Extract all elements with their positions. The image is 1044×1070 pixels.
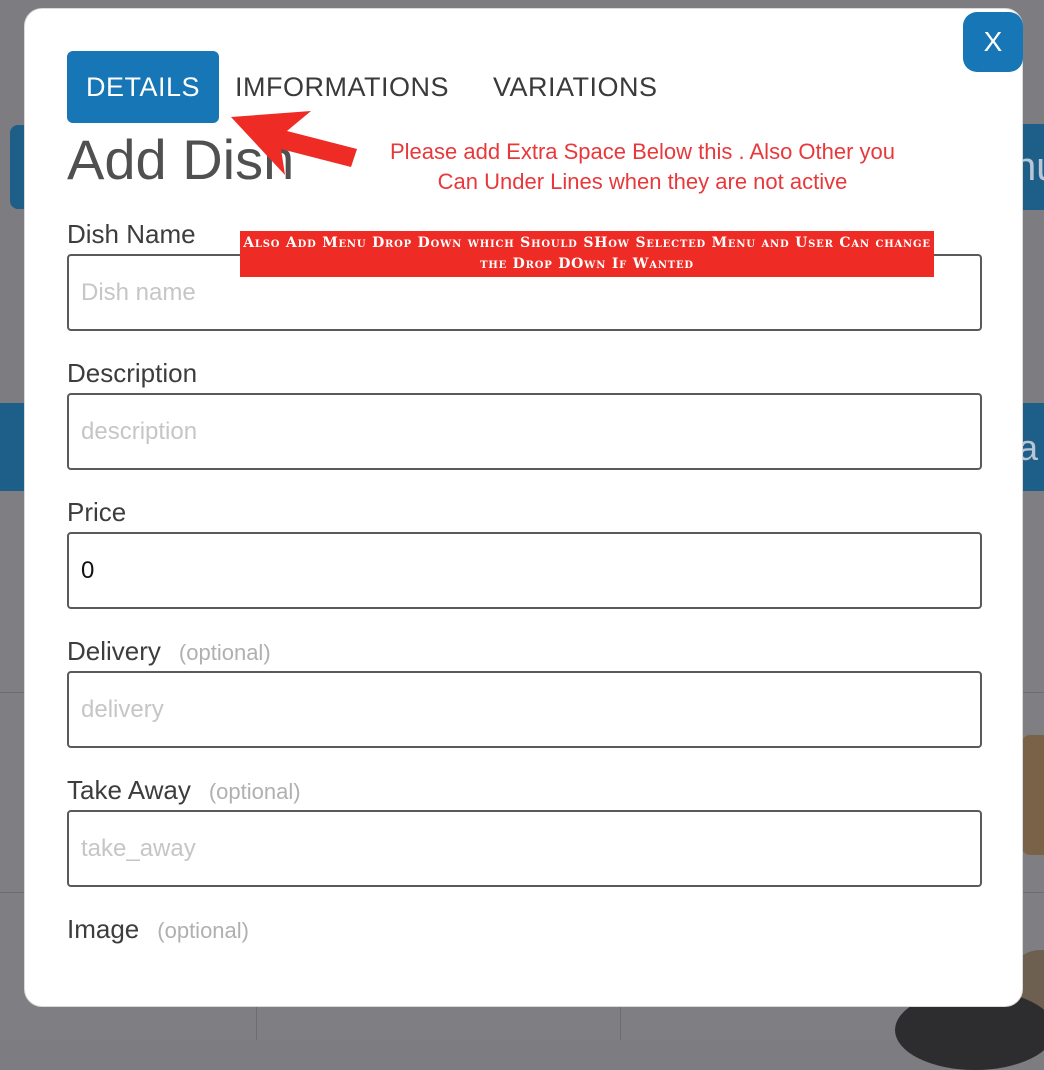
description-label: Description	[67, 358, 197, 389]
price-input[interactable]	[67, 532, 982, 609]
delivery-label: Delivery (optional)	[67, 636, 271, 667]
delivery-optional-hint: (optional)	[178, 640, 271, 665]
price-label-text: Price	[67, 497, 127, 527]
take-away-optional-hint: (optional)	[208, 779, 301, 804]
price-label: Price	[67, 497, 126, 528]
take-away-input[interactable]	[67, 810, 982, 887]
description-label-text: Description	[67, 358, 198, 388]
image-optional-hint: (optional)	[157, 918, 249, 943]
image-label: Image (optional)	[67, 914, 249, 945]
annotation-note: Please add Extra Space Below this . Also…	[389, 139, 896, 194]
close-button[interactable]: X	[963, 12, 1023, 72]
food-image	[1022, 735, 1044, 855]
dish-name-label: Dish Name	[67, 219, 196, 250]
add-dish-modal: X DETAILS IMFORMATIONS VARIATIONS Add Di…	[24, 8, 1023, 1007]
tab-details[interactable]: DETAILS	[67, 51, 219, 123]
close-icon: X	[983, 26, 1003, 57]
delivery-input[interactable]	[67, 671, 982, 748]
description-input[interactable]	[67, 393, 982, 470]
annotation-arrow-icon	[231, 111, 357, 175]
tab-variations[interactable]: VARIATIONS	[493, 51, 658, 123]
delivery-label-text: Delivery	[67, 636, 161, 666]
take-away-label: Take Away (optional)	[67, 775, 301, 806]
image-label-text: Image	[67, 914, 140, 944]
annotation-box: Also Add Menu Drop Down which Should SHo…	[240, 231, 934, 277]
dish-name-label-text: Dish Name	[67, 219, 196, 249]
take-away-label-text: Take Away	[67, 775, 191, 805]
